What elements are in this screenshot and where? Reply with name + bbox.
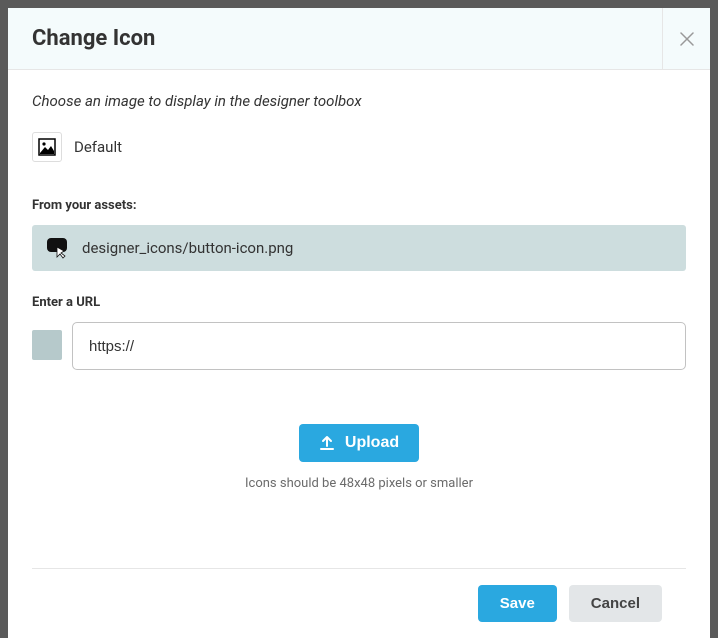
default-icon-option[interactable]: Default bbox=[32, 132, 686, 162]
change-icon-modal: Change Icon Choose an image to display i… bbox=[8, 8, 710, 638]
modal-body: Choose an image to display in the design… bbox=[8, 70, 710, 638]
default-icon-thumb bbox=[32, 132, 62, 162]
button-icon bbox=[46, 237, 68, 259]
instruction-text: Choose an image to display in the design… bbox=[32, 92, 686, 110]
cancel-button[interactable]: Cancel bbox=[569, 585, 662, 622]
close-button[interactable] bbox=[662, 8, 710, 69]
upload-button[interactable]: Upload bbox=[299, 424, 419, 462]
asset-item[interactable]: designer_icons/button-icon.png bbox=[32, 225, 686, 271]
modal-title: Change Icon bbox=[8, 26, 662, 51]
upload-row: Upload bbox=[32, 424, 686, 462]
asset-item-path: designer_icons/button-icon.png bbox=[82, 239, 293, 257]
url-preview-swatch bbox=[32, 330, 62, 360]
url-section-label: Enter a URL bbox=[32, 295, 686, 310]
default-icon-label: Default bbox=[74, 138, 122, 156]
upload-icon bbox=[319, 435, 335, 451]
asset-item-thumb bbox=[46, 237, 68, 259]
modal-header: Change Icon bbox=[8, 8, 710, 70]
close-icon bbox=[680, 32, 694, 46]
modal-footer: Save Cancel bbox=[32, 568, 686, 638]
save-button[interactable]: Save bbox=[478, 585, 557, 622]
url-row bbox=[32, 322, 686, 370]
url-input[interactable] bbox=[72, 322, 686, 370]
assets-section-label: From your assets: bbox=[32, 198, 686, 213]
image-placeholder-icon bbox=[38, 138, 56, 156]
upload-button-label: Upload bbox=[345, 434, 399, 452]
size-hint: Icons should be 48x48 pixels or smaller bbox=[32, 476, 686, 491]
